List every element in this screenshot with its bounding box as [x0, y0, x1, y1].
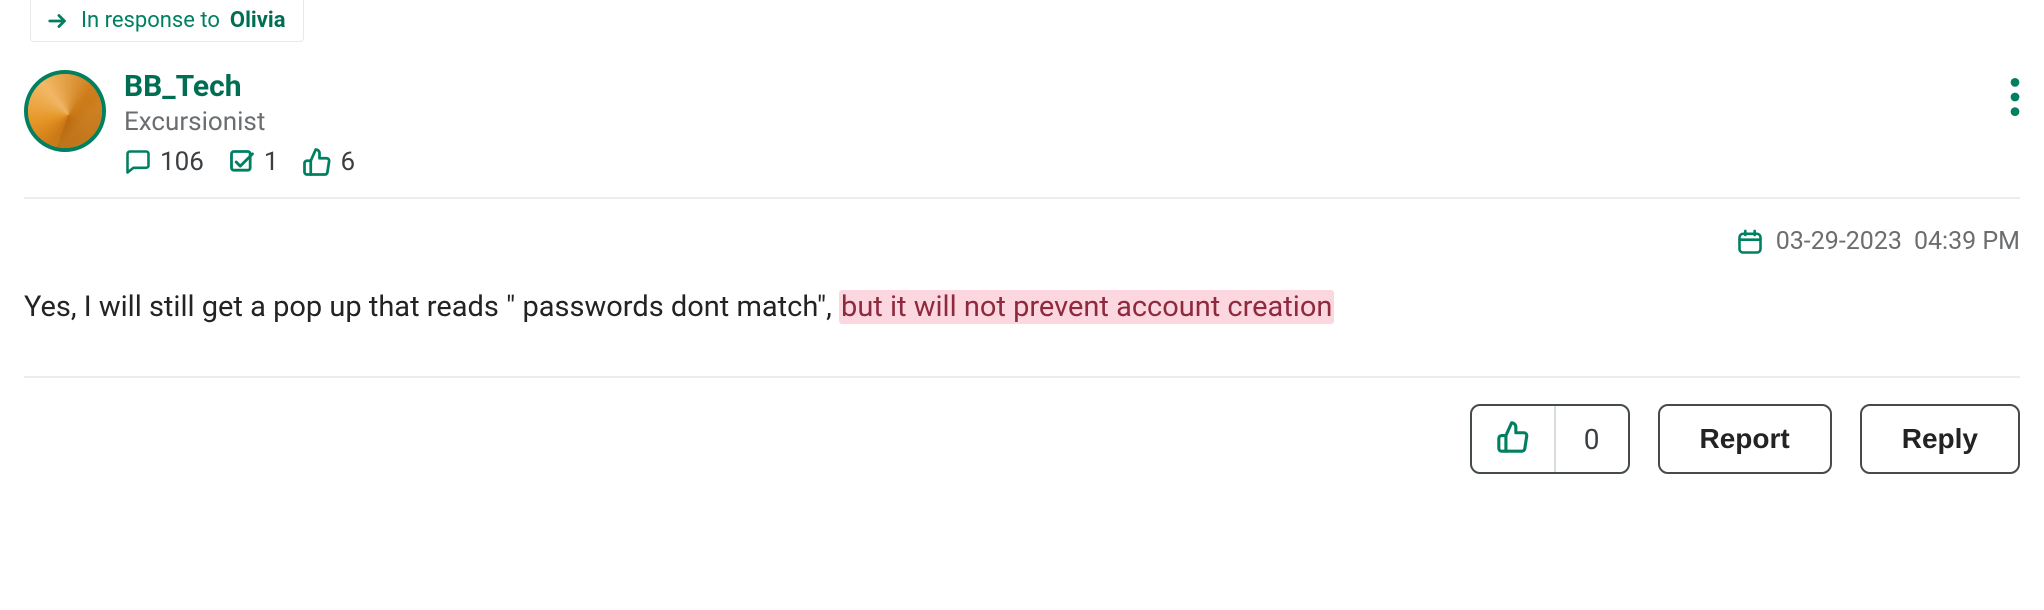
like-group: 0	[1470, 404, 1630, 474]
post-text: Yes, I will still get a pop up that read…	[24, 290, 839, 324]
post-time: 04:39 PM	[1914, 227, 2020, 256]
check-box-icon	[228, 148, 256, 176]
stat-posts-value: 106	[160, 147, 204, 177]
like-count: 0	[1556, 406, 1628, 472]
divider	[24, 197, 2020, 199]
chat-icon	[124, 148, 152, 176]
forum-post: In response to Olivia BB_Tech Excursioni…	[0, 0, 2044, 498]
divider	[24, 376, 2020, 378]
thumbs-up-icon	[1496, 420, 1530, 458]
post-header: BB_Tech Excursionist 106 1	[24, 70, 2020, 177]
author-username[interactable]: BB_Tech	[124, 70, 355, 103]
stat-likes: 6	[302, 147, 355, 177]
post-text-highlight: but it will not prevent account creation	[839, 290, 1334, 324]
reply-button[interactable]: Reply	[1860, 404, 2020, 474]
post-body: Yes, I will still get a pop up that read…	[24, 286, 2020, 328]
calendar-icon	[1736, 228, 1764, 256]
stat-likes-value: 6	[340, 147, 355, 177]
in-response-prefix: In response to	[81, 8, 220, 33]
report-button[interactable]: Report	[1658, 404, 1832, 474]
user-meta: BB_Tech Excursionist 106 1	[124, 70, 355, 177]
thumbs-up-icon	[302, 147, 332, 177]
stat-solutions-value: 1	[264, 147, 279, 177]
post-date: 03-29-2023	[1776, 227, 1902, 256]
stat-posts: 106	[124, 147, 204, 177]
post-timestamp: 03-29-2023 04:39 PM	[24, 227, 2020, 256]
author-rank: Excursionist	[124, 107, 355, 137]
avatar[interactable]	[24, 70, 106, 152]
stat-solutions: 1	[228, 147, 279, 177]
in-response-username: Olivia	[230, 8, 286, 33]
author-stats: 106 1 6	[124, 147, 355, 177]
post-actions: 0 Report Reply	[24, 404, 2020, 474]
like-button[interactable]	[1472, 406, 1556, 472]
in-response-link[interactable]: In response to Olivia	[30, 0, 304, 42]
arrow-right-icon	[45, 10, 71, 32]
